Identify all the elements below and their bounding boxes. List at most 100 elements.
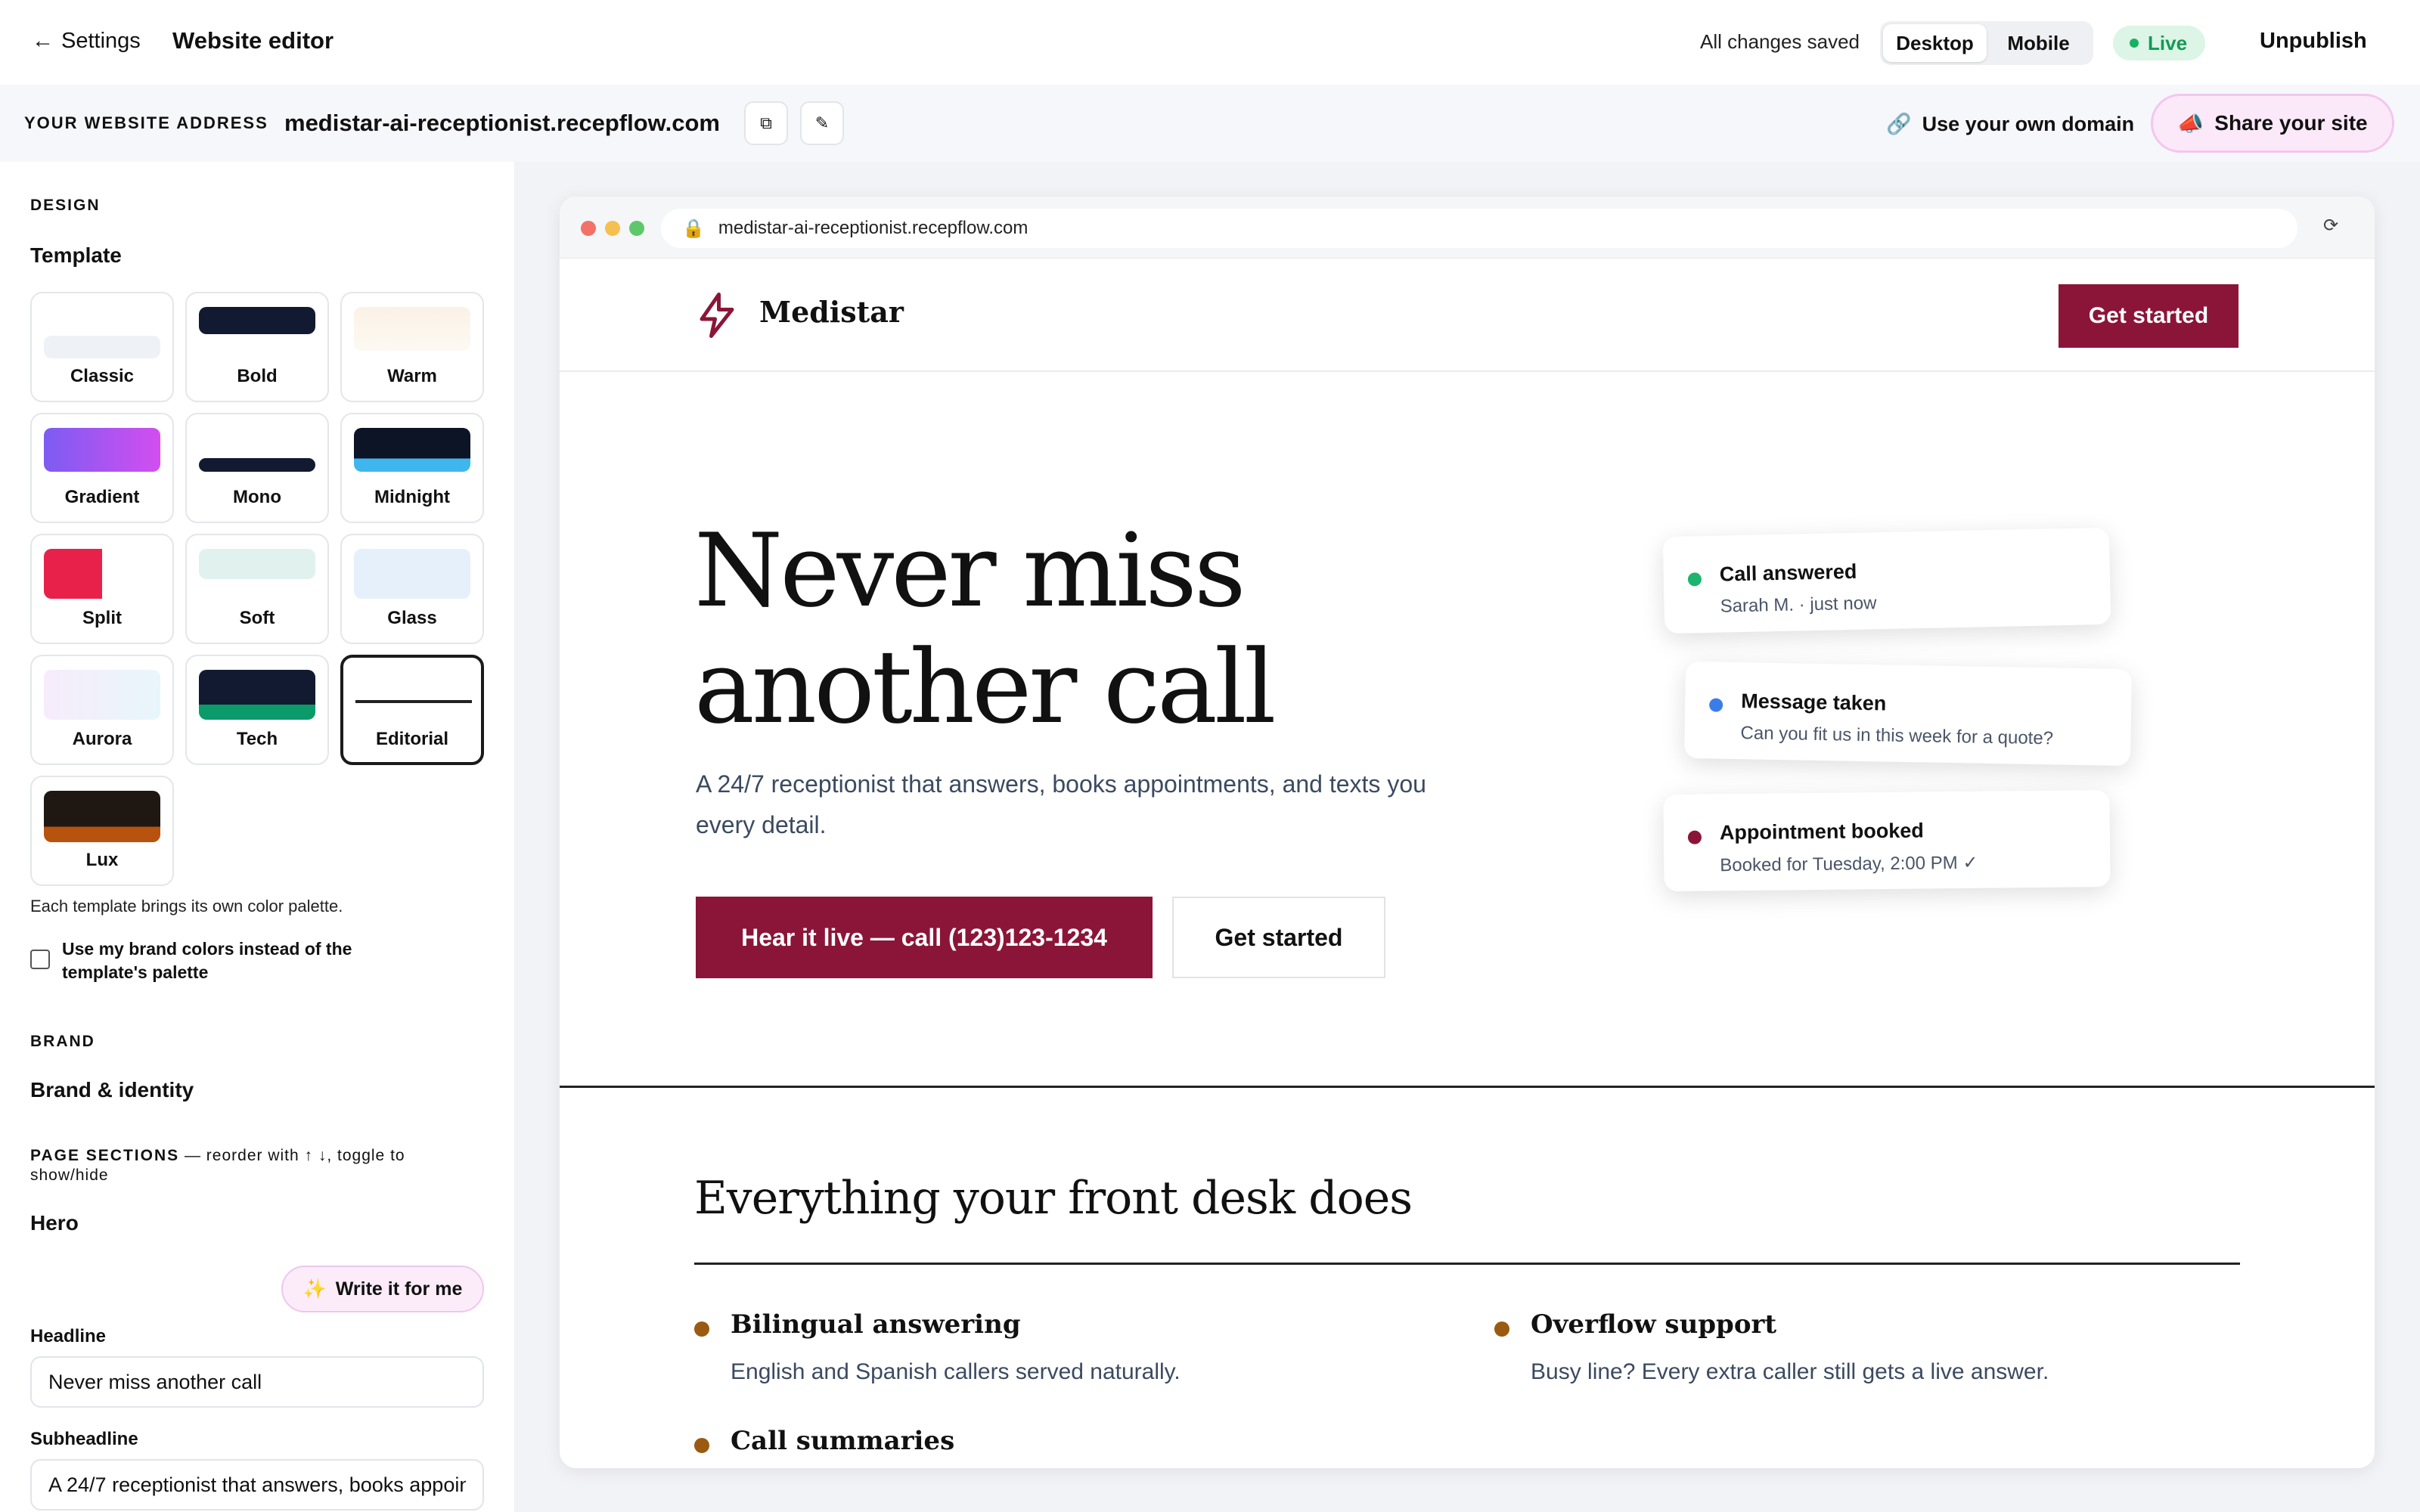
features-rule xyxy=(694,1263,2240,1265)
mobile-view-button[interactable]: Mobile xyxy=(1987,24,2090,62)
card-subtitle: Booked for Tuesday, 2:00 PM ✓ xyxy=(1720,852,1978,876)
template-name: Lux xyxy=(85,850,119,870)
page-title: Website editor xyxy=(172,27,334,54)
hero-line-1: Never miss xyxy=(694,512,1246,630)
template-name: Midnight xyxy=(374,487,450,507)
share-site-button[interactable]: 📣 Share your site xyxy=(2151,94,2394,153)
editor-sidebar: DESIGN Template Classic Bold Warm Gradie… xyxy=(0,162,514,1512)
template-name: Classic xyxy=(70,366,135,386)
write-it-for-me-button[interactable]: ✨ Write it for me xyxy=(281,1266,484,1312)
brand-section-label: BRAND xyxy=(30,1033,95,1050)
site-nav-get-started-button[interactable]: Get started xyxy=(2059,284,2238,348)
feature-bullet-icon xyxy=(1494,1321,1509,1337)
address-label: YOUR WEBSITE ADDRESS xyxy=(24,113,268,132)
page-sections-label: PAGE SECTIONS xyxy=(30,1147,180,1164)
template-name: Mono xyxy=(233,487,281,507)
browser-chrome: 🔒 medistar-ai-receptionist.recepflow.com… xyxy=(560,197,2375,259)
top-bar: ← Settings Website editor All changes sa… xyxy=(0,0,2420,85)
site-hero-headline: Never miss another call xyxy=(694,513,1450,745)
website-address-bar: YOUR WEBSITE ADDRESS medistar-ai-recepti… xyxy=(0,85,2420,162)
use-own-domain-link[interactable]: 🔗 Use your own domain xyxy=(1886,112,2134,136)
template-name: Aurora xyxy=(72,729,132,749)
template-name: Gradient xyxy=(64,487,140,507)
glass-swatch xyxy=(354,549,470,599)
copy-icon: ⧉ xyxy=(760,113,772,132)
green-status-dot-icon xyxy=(1687,572,1702,587)
features-title: Everything your front desk does xyxy=(694,1172,1413,1225)
unpublish-button[interactable]: Unpublish xyxy=(2260,29,2367,54)
card-subtitle: Can you fit us in this week for a quote? xyxy=(1740,723,2054,749)
lock-icon: 🔒 xyxy=(682,218,705,239)
design-section-label: DESIGN xyxy=(30,197,101,214)
template-mono[interactable]: Mono xyxy=(185,413,329,523)
hero-line-2: another call xyxy=(694,628,1277,746)
brand-colors-label: Use my brand colors instead of the templ… xyxy=(62,939,352,982)
desktop-view-button[interactable]: Desktop xyxy=(1883,24,1987,62)
subheadline-input[interactable] xyxy=(30,1459,484,1510)
feature-title: Bilingual answering xyxy=(731,1309,1021,1340)
view-mode-toggle: Desktop Mobile xyxy=(1880,21,2093,65)
arrow-left-icon: ← xyxy=(32,29,54,53)
maximize-dot-icon xyxy=(629,221,644,236)
own-domain-label: Use your own domain xyxy=(1922,112,2135,135)
feature-title: Overflow support xyxy=(1531,1309,1777,1340)
hero-get-started-button[interactable]: Get started xyxy=(1172,897,1385,978)
brand-colors-checkbox[interactable] xyxy=(30,950,50,969)
template-warm[interactable]: Warm xyxy=(340,292,484,402)
card-title: Call answered xyxy=(1719,559,1857,586)
appointment-booked-card: Appointment booked Booked for Tuesday, 2… xyxy=(1663,789,2111,892)
classic-swatch xyxy=(44,336,160,358)
minimize-dot-icon xyxy=(605,221,620,236)
site-nav: Medistar Get started xyxy=(560,259,2375,372)
template-classic[interactable]: Classic xyxy=(30,292,174,402)
lightning-logo-icon xyxy=(700,293,734,338)
template-tech[interactable]: Tech xyxy=(185,655,329,765)
template-midnight[interactable]: Midnight xyxy=(340,413,484,523)
website-address: medistar-ai-receptionist.recepflow.com xyxy=(284,110,720,136)
template-name: Tech xyxy=(236,729,278,749)
hero-section-title[interactable]: Hero xyxy=(30,1211,79,1235)
gradient-swatch xyxy=(44,428,160,472)
template-split[interactable]: Split xyxy=(30,534,174,644)
template-name: Glass xyxy=(387,608,437,628)
warm-swatch xyxy=(354,307,470,351)
live-label: Live xyxy=(2148,31,2188,54)
megaphone-icon: 📣 xyxy=(2177,111,2204,135)
feature-title: Call summaries xyxy=(731,1426,955,1456)
template-name: Editorial xyxy=(375,729,448,749)
back-to-settings-link[interactable]: ← Settings xyxy=(32,29,141,54)
split-swatch xyxy=(44,549,160,599)
template-lux[interactable]: Lux xyxy=(30,776,174,886)
hear-it-live-button[interactable]: Hear it live — call (123)123-1234 xyxy=(696,897,1153,978)
edit-address-button[interactable]: ✎ xyxy=(800,101,844,145)
mono-swatch xyxy=(199,458,315,472)
template-aurora[interactable]: Aurora xyxy=(30,655,174,765)
copy-address-button[interactable]: ⧉ xyxy=(744,101,788,145)
template-glass[interactable]: Glass xyxy=(340,534,484,644)
call-answered-card: Call answered Sarah M. · just now xyxy=(1662,527,2111,634)
template-bold[interactable]: Bold xyxy=(185,292,329,402)
headline-input[interactable] xyxy=(30,1356,484,1408)
write-it-label: Write it for me xyxy=(335,1278,463,1300)
template-name: Bold xyxy=(237,366,278,386)
back-label: Settings xyxy=(61,29,141,53)
template-name: Split xyxy=(82,608,122,628)
browser-url-bar: 🔒 medistar-ai-receptionist.recepflow.com xyxy=(661,209,2297,248)
feature-description: English and Spanish callers served natur… xyxy=(731,1359,1181,1384)
live-dot-icon xyxy=(2130,39,2139,48)
site-brand-name: Medistar xyxy=(759,295,904,329)
reload-icon[interactable]: ⟳ xyxy=(2323,215,2338,237)
template-title: Template xyxy=(30,243,122,267)
save-status: All changes saved xyxy=(1700,30,1860,53)
feature-bullet-icon xyxy=(694,1438,709,1453)
sparkle-icon: ✨ xyxy=(302,1278,327,1300)
template-editorial[interactable]: Editorial xyxy=(340,655,484,765)
site-hero-subheadline: A 24/7 receptionist that answers, books … xyxy=(696,770,1426,838)
template-soft[interactable]: Soft xyxy=(185,534,329,644)
headline-label: Headline xyxy=(30,1326,107,1346)
brand-identity-title[interactable]: Brand & identity xyxy=(30,1078,194,1102)
feature-description: Busy line? Every extra caller still gets… xyxy=(1531,1359,2049,1384)
template-gradient[interactable]: Gradient xyxy=(30,413,174,523)
template-note: Each template brings its own color palet… xyxy=(30,897,343,916)
template-name: Soft xyxy=(239,608,275,628)
